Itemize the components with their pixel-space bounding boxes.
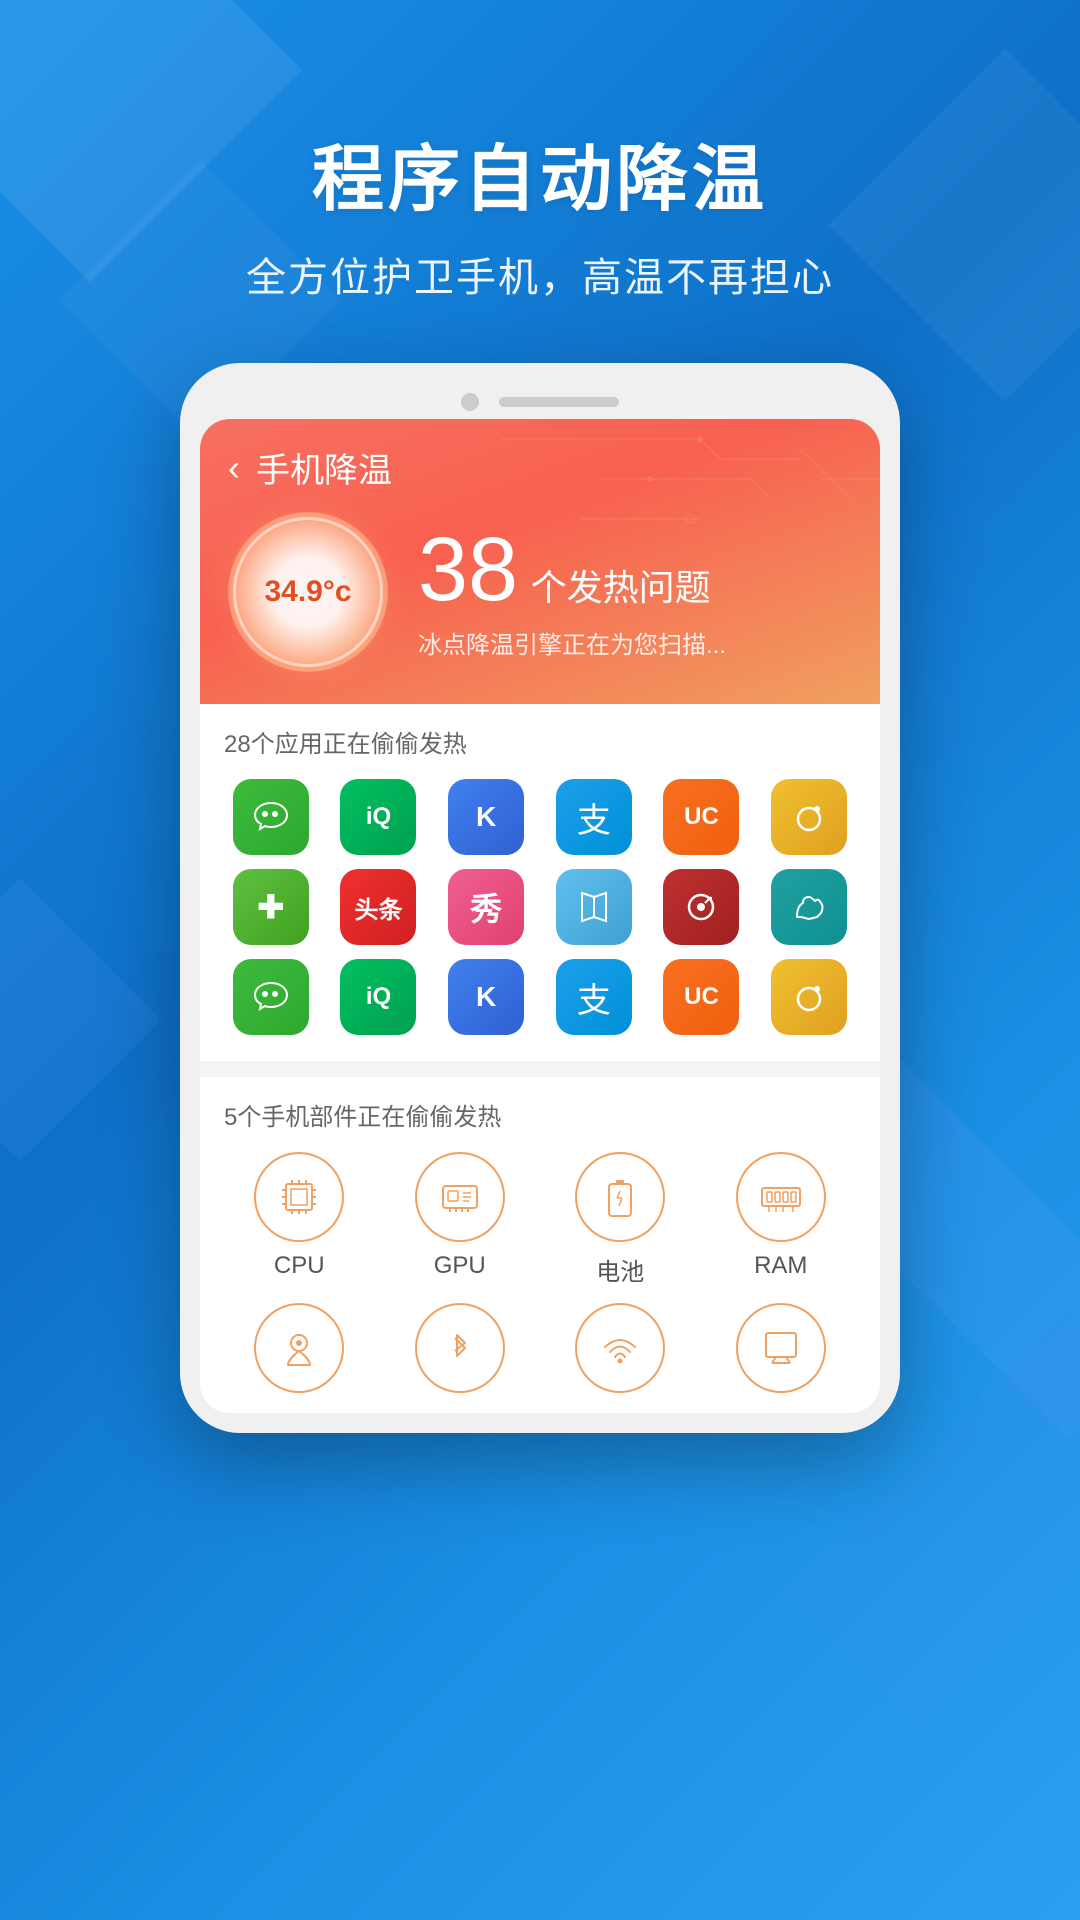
app-nav: ‹ 手机降温 [228, 443, 852, 492]
weibo-icon [771, 779, 847, 855]
gpu-icon [435, 1172, 485, 1222]
component-cpu[interactable]: CPU [224, 1152, 375, 1287]
list-item[interactable] [762, 959, 856, 1035]
ram-label: RAM [754, 1252, 807, 1280]
iqiyi2-icon: iQ [340, 959, 416, 1035]
ram-icon [756, 1172, 806, 1222]
app-section-desc: 28个应用正在偷偷发热 [224, 724, 856, 759]
list-item[interactable]: UC [655, 779, 749, 855]
component-ram[interactable]: RAM [706, 1152, 857, 1287]
list-item[interactable]: UC [655, 959, 749, 1035]
wifi-icon-circle [575, 1303, 665, 1393]
list-item[interactable] [224, 959, 318, 1035]
alipay2-icon: 支 [556, 959, 632, 1035]
temp-gauge-outer: 34.9°c [228, 512, 388, 672]
maps-icon [556, 869, 632, 945]
list-item[interactable] [762, 779, 856, 855]
list-item[interactable]: K [439, 779, 533, 855]
app-header: ‹ 手机降温 34.9°c [200, 419, 880, 704]
component-gpu[interactable]: GPU [385, 1152, 536, 1287]
heat-label: 个发热问题 [531, 567, 711, 608]
back-button[interactable]: ‹ [228, 447, 240, 489]
screen-icon [756, 1323, 806, 1373]
components-section: 5个手机部件正在偷偷发热 [200, 1077, 880, 1413]
camel-icon [771, 869, 847, 945]
gpu-icon-circle [415, 1152, 505, 1242]
phone-camera [461, 393, 479, 411]
alipay-icon: 支 [556, 779, 632, 855]
phone-mockup: ‹ 手机降温 34.9°c [180, 363, 900, 1433]
list-item[interactable]: 支 [547, 959, 641, 1035]
phone-screen: ‹ 手机降温 34.9°c [200, 419, 880, 1413]
netease-icon [663, 869, 739, 945]
kuwo2-icon: K [448, 959, 524, 1035]
component-wifi[interactable] [545, 1303, 696, 1393]
heat-desc: 冰点降温引擎正在为您扫描... [418, 625, 852, 660]
sub-title: 全方位护卫手机，高温不再担心 [0, 245, 1080, 303]
list-item[interactable] [762, 869, 856, 945]
component-battery[interactable]: 电池 [545, 1152, 696, 1287]
bluetooth-icon [435, 1323, 485, 1373]
app-content-row: 34.9°c 38 个发热问题 冰点降温引擎正在为您扫描... [228, 512, 852, 672]
cpu-icon-circle [254, 1152, 344, 1242]
apps-grid: iQ K 支 UC [224, 779, 856, 1035]
list-item[interactable]: 头条 [332, 869, 426, 945]
heat-count-row: 38 个发热问题 [418, 525, 852, 615]
toutiao-icon: 头条 [340, 869, 416, 945]
cpu-icon [274, 1172, 324, 1222]
location-icon [274, 1323, 324, 1373]
section-divider [200, 1061, 880, 1077]
wechat-icon [233, 779, 309, 855]
battery-label: 电池 [596, 1252, 644, 1287]
medical-icon: ✚ [233, 869, 309, 945]
components-grid: CPU [224, 1152, 856, 1287]
list-item[interactable]: 支 [547, 779, 641, 855]
temp-gauge: 34.9°c [228, 512, 388, 672]
heat-count: 38 [418, 520, 518, 620]
list-item[interactable]: K [439, 959, 533, 1035]
location-icon-circle [254, 1303, 344, 1393]
kuwo-icon: K [448, 779, 524, 855]
wifi-icon [595, 1323, 645, 1373]
list-item[interactable]: iQ [332, 779, 426, 855]
app-nav-title: 手机降温 [256, 443, 392, 492]
phone-notch [200, 393, 880, 411]
components-grid-2 [224, 1303, 856, 1403]
iqiyi-icon: iQ [340, 779, 416, 855]
uc-icon: UC [663, 779, 739, 855]
uc2-icon: UC [663, 959, 739, 1035]
top-section: 程序自动降温 全方位护卫手机，高温不再担心 [0, 0, 1080, 363]
component-bluetooth[interactable] [385, 1303, 536, 1393]
app-info: 38 个发热问题 冰点降温引擎正在为您扫描... [418, 525, 852, 660]
xiu-icon: 秀 [448, 869, 524, 945]
main-title: 程序自动降温 [0, 120, 1080, 225]
bluetooth-icon-circle [415, 1303, 505, 1393]
ram-icon-circle [736, 1152, 826, 1242]
list-item[interactable]: 秀 [439, 869, 533, 945]
component-screen[interactable] [706, 1303, 857, 1393]
list-item[interactable] [655, 869, 749, 945]
list-item[interactable]: ✚ [224, 869, 318, 945]
list-item[interactable] [224, 779, 318, 855]
phone-container: ‹ 手机降温 34.9°c [0, 363, 1080, 1433]
wechat2-icon [233, 959, 309, 1035]
gpu-label: GPU [434, 1252, 486, 1280]
cpu-label: CPU [274, 1252, 325, 1280]
list-item[interactable]: iQ [332, 959, 426, 1035]
weibo2-icon [771, 959, 847, 1035]
battery-icon-circle [575, 1152, 665, 1242]
components-section-desc: 5个手机部件正在偷偷发热 [224, 1097, 856, 1132]
battery-icon [595, 1172, 645, 1222]
screen-icon-circle [736, 1303, 826, 1393]
app-list-section: 28个应用正在偷偷发热 iQ K [200, 704, 880, 1061]
phone-speaker [499, 397, 619, 407]
temp-value: 34.9°c [264, 575, 351, 609]
list-item[interactable] [547, 869, 641, 945]
component-location[interactable] [224, 1303, 375, 1393]
